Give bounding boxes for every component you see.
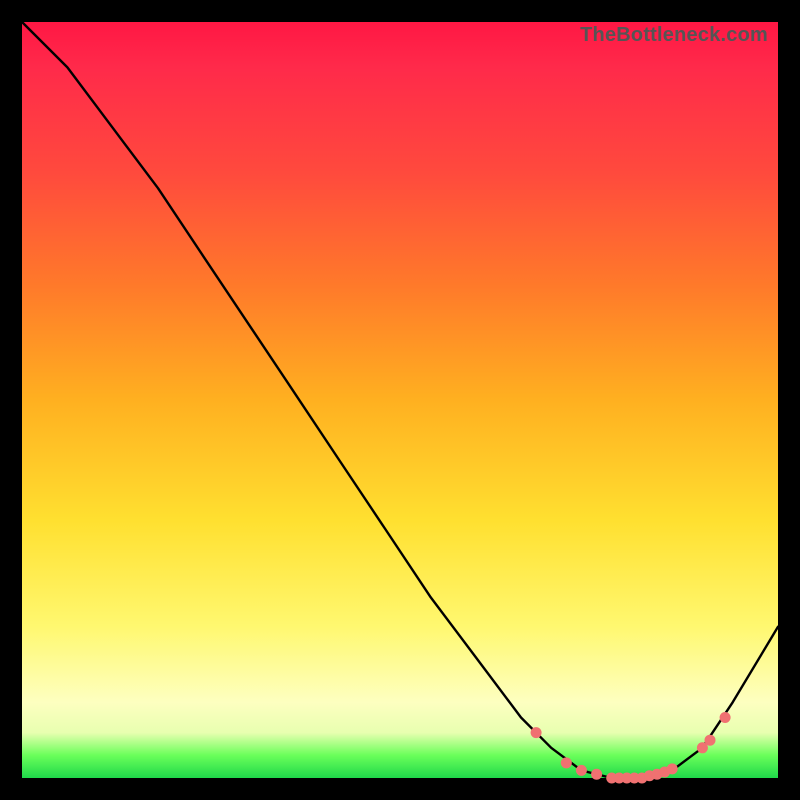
plot-area: TheBottleneck.com [22,22,778,778]
marker-point [705,735,716,746]
marker-point [667,763,678,774]
highlighted-points-group [531,712,731,784]
bottleneck-curve-path [22,22,778,778]
marker-point [576,765,587,776]
chart-frame: TheBottleneck.com [0,0,800,800]
curve-svg [22,22,778,778]
marker-point [591,769,602,780]
marker-point [720,712,731,723]
marker-point [531,727,542,738]
marker-point [561,757,572,768]
